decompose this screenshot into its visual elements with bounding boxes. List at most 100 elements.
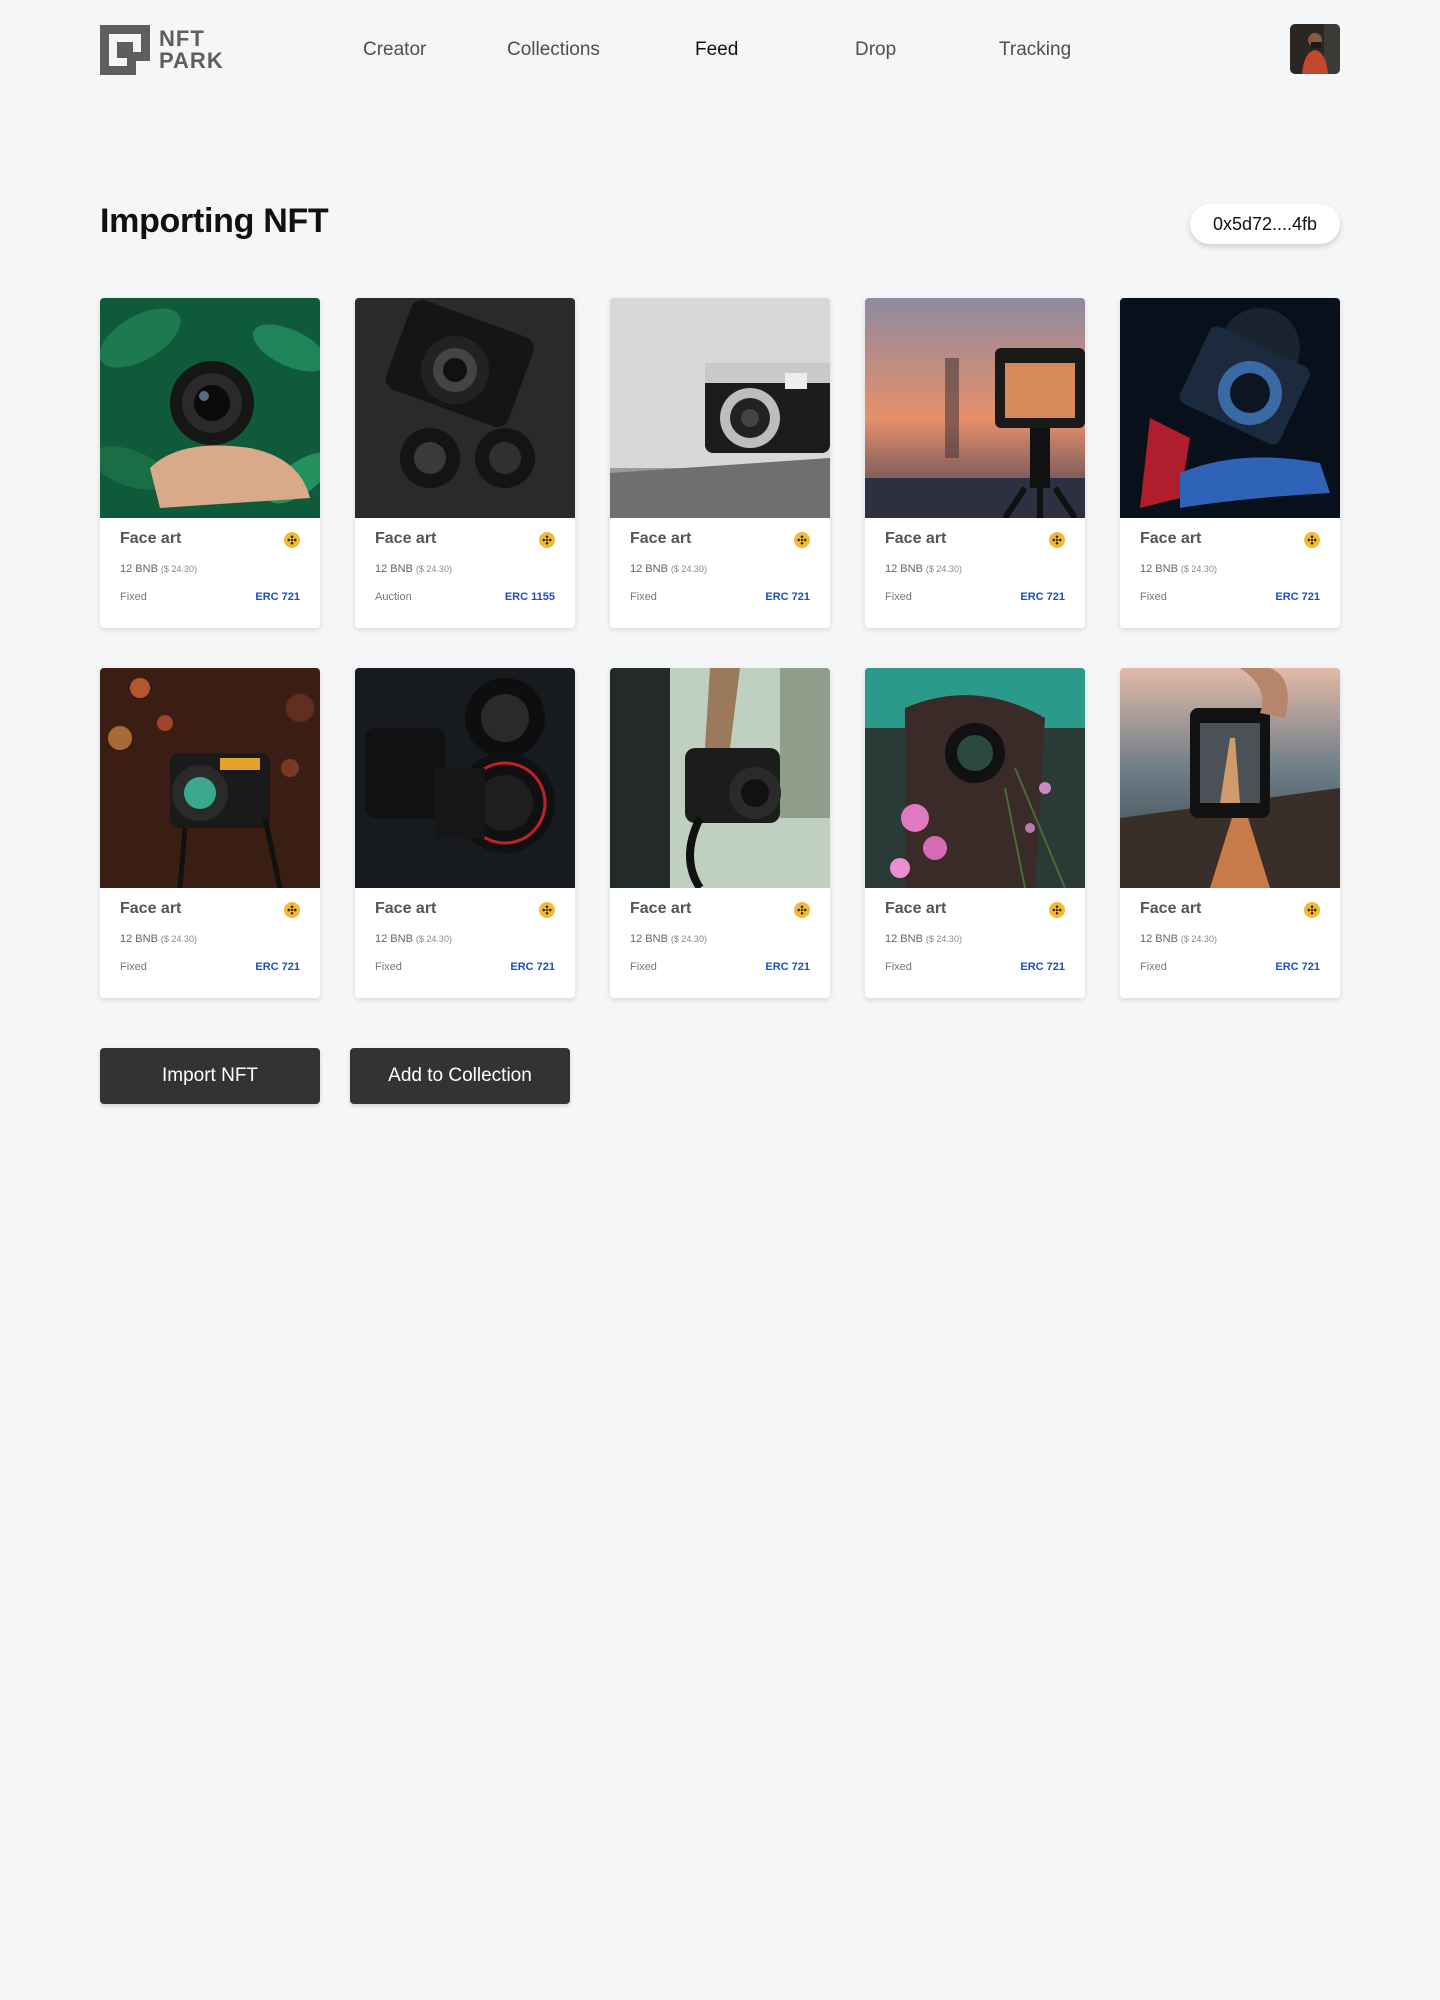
nft-image <box>355 298 575 518</box>
avatar-photo <box>1290 24 1340 74</box>
nft-price-bnb: 12 BNB <box>630 563 668 575</box>
sale-type: Fixed <box>1140 591 1167 603</box>
bnb-coin-icon <box>794 532 810 548</box>
bnb-coin-icon <box>284 902 300 918</box>
nft-price-bnb: 12 BNB <box>885 563 923 575</box>
nav-item-tracking[interactable]: Tracking <box>999 39 1071 61</box>
sale-type: Fixed <box>885 591 912 603</box>
nft-price: 12 BNB ($ 24.30) <box>885 933 962 945</box>
sale-type: Fixed <box>630 591 657 603</box>
nft-price-bnb: 12 BNB <box>630 933 668 945</box>
nft-name: Face art <box>375 900 437 917</box>
nft-card[interactable]: Face art 12 BNB ($ 24.30) Fixed ERC 721 <box>100 668 320 998</box>
bnb-coin-icon <box>539 532 555 548</box>
nft-name: Face art <box>1140 530 1202 547</box>
nft-price-usd: ($ 24.30) <box>925 934 962 944</box>
page-title: Importing NFT <box>100 202 329 240</box>
nft-image <box>100 668 320 888</box>
nft-card[interactable]: Face art 12 BNB ($ 24.30) Fixed ERC 721 <box>610 298 830 628</box>
nft-price: 12 BNB ($ 24.30) <box>375 933 452 945</box>
nft-image <box>865 668 1085 888</box>
token-standard: ERC 1155 <box>504 591 555 603</box>
card-body: Face art 12 BNB ($ 24.30) Fixed ERC 721 <box>610 518 830 628</box>
nft-price-bnb: 12 BNB <box>375 563 413 575</box>
nft-card[interactable]: Face art 12 BNB ($ 24.30) Fixed ERC 721 <box>355 668 575 998</box>
nft-name: Face art <box>120 900 182 917</box>
token-standard: ERC 721 <box>510 961 555 973</box>
nav-item-drop[interactable]: Drop <box>855 39 896 61</box>
nft-name: Face art <box>885 530 947 547</box>
nft-image <box>610 668 830 888</box>
token-standard: ERC 721 <box>765 961 810 973</box>
nft-image <box>865 298 1085 518</box>
nft-name: Face art <box>1140 900 1202 917</box>
nft-name: Face art <box>375 530 437 547</box>
bnb-coin-icon <box>1304 902 1320 918</box>
nft-card[interactable]: Face art 12 BNB ($ 24.30) Fixed ERC 721 <box>1120 668 1340 998</box>
card-body: Face art 12 BNB ($ 24.30) Fixed ERC 721 <box>1120 518 1340 628</box>
token-standard: ERC 721 <box>255 961 300 973</box>
logo-text-line1: NFT <box>159 26 205 51</box>
bnb-coin-icon <box>539 902 555 918</box>
nft-price: 12 BNB ($ 24.30) <box>1140 563 1217 575</box>
avatar[interactable] <box>1290 24 1340 74</box>
nft-card[interactable]: Face art 12 BNB ($ 24.30) Fixed ERC 721 <box>610 668 830 998</box>
nft-price-usd: ($ 24.30) <box>670 934 707 944</box>
logo-mark-icon <box>100 25 150 75</box>
token-standard: ERC 721 <box>255 591 300 603</box>
nft-card[interactable]: Face art 12 BNB ($ 24.30) Auction ERC 115… <box>355 298 575 628</box>
card-body: Face art 12 BNB ($ 24.30) Fixed ERC 721 <box>610 888 830 998</box>
sale-type: Fixed <box>1140 961 1167 973</box>
card-body: Face art 12 BNB ($ 24.30) Fixed ERC 721 <box>100 888 320 998</box>
import-nft-button[interactable]: Import NFT <box>100 1048 320 1104</box>
nft-image <box>1120 668 1340 888</box>
header: NFT PARK Creator Collections Feed Drop T… <box>100 24 1340 76</box>
card-body: Face art 12 BNB ($ 24.30) Fixed ERC 721 <box>355 888 575 998</box>
card-body: Face art 12 BNB ($ 24.30) Fixed ERC 721 <box>100 518 320 628</box>
nft-image <box>610 298 830 518</box>
nft-image <box>100 298 320 518</box>
nft-price-usd: ($ 24.30) <box>1180 564 1217 574</box>
card-body: Face art 12 BNB ($ 24.30) Fixed ERC 721 <box>865 888 1085 998</box>
token-standard: ERC 721 <box>1275 961 1320 973</box>
nft-price: 12 BNB ($ 24.30) <box>375 563 452 575</box>
nft-price: 12 BNB ($ 24.30) <box>1140 933 1217 945</box>
nft-name: Face art <box>630 900 692 917</box>
nft-price-usd: ($ 24.30) <box>925 564 962 574</box>
token-standard: ERC 721 <box>1275 591 1320 603</box>
bnb-coin-icon <box>794 902 810 918</box>
bnb-coin-icon <box>1304 532 1320 548</box>
nft-price: 12 BNB ($ 24.30) <box>630 933 707 945</box>
nft-price-usd: ($ 24.30) <box>160 564 197 574</box>
bnb-coin-icon <box>1049 532 1065 548</box>
sale-type: Fixed <box>885 961 912 973</box>
sale-type: Fixed <box>630 961 657 973</box>
bnb-coin-icon <box>284 532 300 548</box>
nav-item-creator[interactable]: Creator <box>363 39 426 61</box>
nft-price-bnb: 12 BNB <box>120 563 158 575</box>
nft-price-usd: ($ 24.30) <box>415 934 452 944</box>
nft-price-bnb: 12 BNB <box>1140 563 1178 575</box>
nft-name: Face art <box>885 900 947 917</box>
nft-price: 12 BNB ($ 24.30) <box>120 933 197 945</box>
logo[interactable]: NFT PARK <box>100 24 224 76</box>
nav-item-feed[interactable]: Feed <box>695 39 738 61</box>
sale-type: Fixed <box>120 961 147 973</box>
logo-text-line2: PARK <box>159 48 224 73</box>
nft-price: 12 BNB ($ 24.30) <box>630 563 707 575</box>
nft-card[interactable]: Face art 12 BNB ($ 24.30) Fixed ERC 721 <box>865 298 1085 628</box>
token-standard: ERC 721 <box>1020 591 1065 603</box>
nft-card[interactable]: Face art 12 BNB ($ 24.30) Fixed ERC 721 <box>1120 298 1340 628</box>
nft-price-usd: ($ 24.30) <box>1180 934 1217 944</box>
sale-type: Auction <box>375 591 412 603</box>
nft-name: Face art <box>630 530 692 547</box>
nft-card[interactable]: Face art 12 BNB ($ 24.30) Fixed ERC 721 <box>100 298 320 628</box>
nft-price-usd: ($ 24.30) <box>670 564 707 574</box>
wallet-address-badge[interactable]: 0x5d72....4fb <box>1190 204 1340 244</box>
nft-price-bnb: 12 BNB <box>885 933 923 945</box>
nav-item-collections[interactable]: Collections <box>507 39 600 61</box>
nft-card[interactable]: Face art 12 BNB ($ 24.30) Fixed ERC 721 <box>865 668 1085 998</box>
nft-price-usd: ($ 24.30) <box>415 564 452 574</box>
add-to-collection-button[interactable]: Add to Collection <box>350 1048 570 1104</box>
nft-price: 12 BNB ($ 24.30) <box>885 563 962 575</box>
